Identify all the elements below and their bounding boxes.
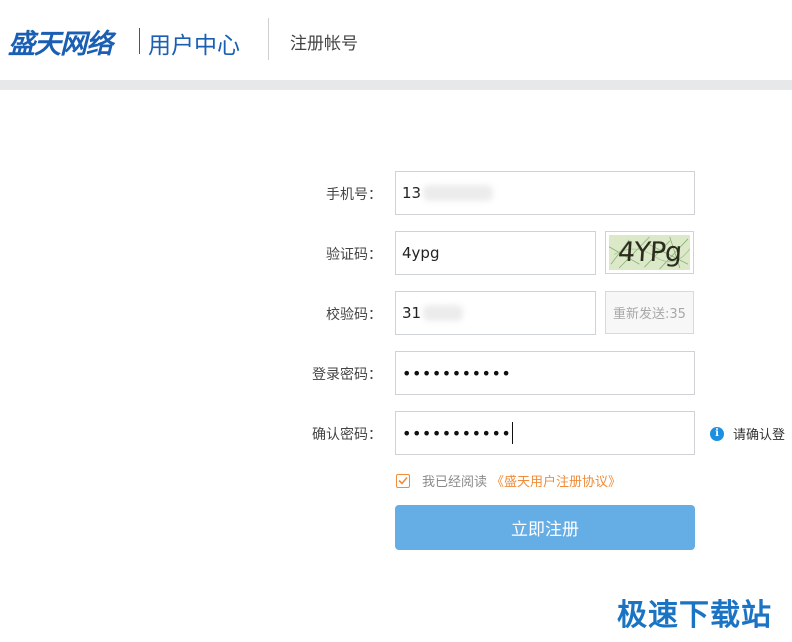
agreement-checkbox[interactable] [396,473,410,488]
captcha-value: 4ypg [402,244,440,262]
captcha-image-inner: 4YPg [609,235,690,270]
verify-code-value: 31 [402,304,422,322]
captcha-input[interactable]: 4ypg [395,231,596,275]
header-divider [268,18,269,60]
checkmark-icon [398,476,408,485]
page-title: 注册帐号 [290,34,358,54]
phone-label: 手机号： [326,187,382,203]
captcha-image[interactable]: 4YPg [605,231,694,274]
phone-redaction [423,185,494,201]
resend-button[interactable]: 重新发送:35 [605,291,694,334]
register-button[interactable]: 立即注册 [395,505,695,550]
agreement-row: 我已经阅读 《盛天用户注册协议》 [396,471,621,490]
phone-value: 13 [402,184,422,202]
password-label: 登录密码： [312,367,382,383]
header: 盛天网络 用户中心 注册帐号 [0,0,792,80]
verify-code-label: 校验码： [326,307,382,323]
verify-code-input[interactable]: 31 [395,291,596,335]
logo-subtitle: 用户中心 [148,33,240,59]
password-input[interactable]: ••••••••••• [395,351,695,395]
password-value: ••••••••••• [402,363,512,383]
info-icon: i [710,426,724,441]
hint-text: 请确认登 [733,428,786,443]
confirm-password-value: ••••••••••• [402,423,512,443]
header-bottom-bar [0,80,792,90]
verify-code-redaction [423,305,464,321]
confirm-password-hint: i 请确认登 [710,424,785,443]
captcha-label: 验证码： [326,247,382,263]
agreement-text: 我已经阅读 [422,475,488,490]
text-cursor [512,422,514,444]
watermark: 极速下载站 [617,598,772,633]
phone-input[interactable]: 13 [395,171,695,215]
brand-logo[interactable]: 盛天网络 [8,22,113,61]
captcha-text: 4YPg [616,237,683,268]
confirm-password-input[interactable]: ••••••••••• [395,411,695,455]
logo-separator [139,28,140,54]
confirm-password-label: 确认密码： [312,427,382,443]
agreement-link[interactable]: 《盛天用户注册协议》 [491,471,621,490]
